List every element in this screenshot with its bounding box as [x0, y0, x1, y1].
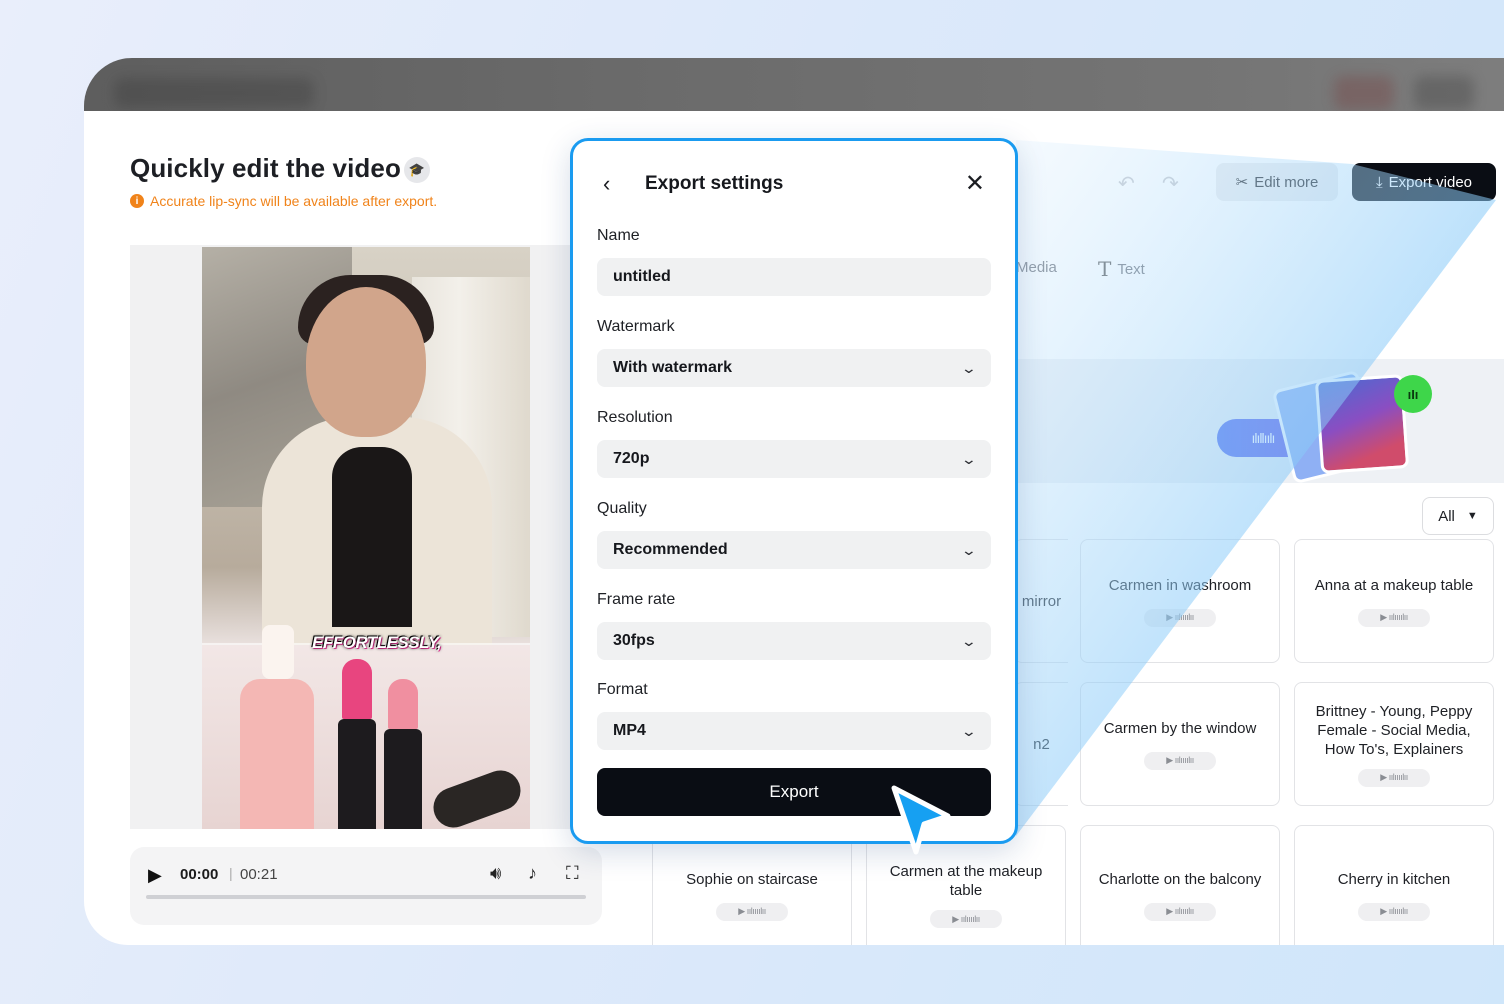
avatar-card-label: Carmen by the window [1103, 719, 1257, 737]
avatar-card[interactable]: mirror [1014, 539, 1068, 663]
nail-polish-cap [262, 625, 294, 679]
lipstick-case [338, 719, 376, 829]
voice-badge-icon: ıIı [1394, 375, 1432, 413]
avatar-card[interactable]: Cherry in kitchen ▶ ıılıııılıı [1294, 825, 1494, 945]
frame-rate-value: 30fps [613, 632, 655, 649]
avatar-card-label: Brittney - Young, Peppy Female - Social … [1315, 702, 1473, 758]
avatar-card-label: n2 [1033, 735, 1050, 753]
time-separator: | [229, 865, 233, 881]
video-caption: EFFORTLESSLY, [312, 633, 442, 652]
fullscreen-icon[interactable]: ⛶ [566, 863, 579, 884]
lip-sync-warning: i Accurate lip-sync will be available af… [130, 193, 437, 209]
frame-rate-label: Frame rate [597, 591, 676, 608]
frame-rate-select[interactable]: 30fps ⌄ [597, 622, 991, 660]
chevron-down-icon: ⌄ [960, 632, 978, 649]
tab-media[interactable]: Media [1016, 259, 1057, 276]
voice-preview-chip[interactable]: ▶ ıılıııılıı [1144, 608, 1216, 627]
chevron-down-icon: ⌄ [960, 359, 978, 376]
video-stage: EFFORTLESSLY, [130, 245, 610, 829]
presenter-face [306, 287, 426, 437]
voice-preview-chip[interactable]: ▶ ıılıııılıı [1358, 902, 1430, 921]
play-icon[interactable]: ▶ [148, 865, 162, 886]
avatar-card[interactable]: Anna at a makeup table ▶ ıılıııılıı [1294, 539, 1494, 663]
tiktok-icon[interactable]: ♪ [528, 863, 537, 884]
player-controls: ▶ 00:00 | 00:21 🔊︎ ♪ ⛶ [130, 847, 602, 925]
avatar-card-label: Anna at a makeup table [1314, 576, 1474, 594]
voice-preview-chip[interactable]: ▶ ıılıııılıı [930, 910, 1002, 928]
quality-value: Recommended [613, 541, 728, 558]
voice-preview-chip[interactable]: ▶ ıılıııılıı [716, 902, 788, 921]
chevron-left-icon[interactable]: ‹ [603, 171, 610, 197]
info-icon: i [130, 194, 144, 208]
filter-selected: All [1438, 507, 1455, 525]
voice-preview-chip[interactable]: ▶ ıılıııılıı [1144, 902, 1216, 921]
watermark-label: Watermark [597, 318, 675, 335]
voice-preview-chip[interactable]: ▶ ıılıııılıı [1144, 751, 1216, 770]
progress-bar[interactable] [146, 895, 586, 899]
edit-more-button[interactable]: ✂ Edit more [1216, 163, 1338, 201]
lipstick-pink [342, 659, 372, 719]
avatar-card[interactable]: Carmen in washroom ▶ ıılıııılıı [1080, 539, 1280, 663]
watermark-value: With watermark [613, 359, 732, 376]
avatar-card[interactable]: n2 [1014, 682, 1068, 806]
name-input[interactable]: untitled [597, 258, 991, 296]
voice-preview-chip[interactable]: ▶ ıılıııılıı [1358, 768, 1430, 787]
chevron-down-icon: ⌄ [960, 722, 978, 739]
chevron-down-icon: ⌄ [960, 541, 978, 558]
chevron-down-icon: ▼ [1466, 510, 1478, 522]
warning-text: Accurate lip-sync will be available afte… [150, 193, 438, 209]
export-video-button[interactable]: ⤓ Export video [1352, 163, 1496, 201]
pointer-cursor-icon [891, 785, 951, 855]
avatar-card-label: Sophie on staircase [686, 870, 818, 888]
export-video-label: Export video [1388, 173, 1473, 191]
lipstick-case [384, 729, 422, 829]
dialog-title: Export settings [645, 173, 784, 194]
presenter-top [332, 447, 412, 627]
product-shot [202, 625, 530, 829]
redo-icon[interactable]: ↷ [1162, 171, 1179, 196]
avatar-card-label: Carmen at the makeup table [889, 863, 1043, 899]
avatar-card-label: Carmen in washroom [1108, 576, 1252, 594]
avatar-card[interactable]: Brittney - Young, Peppy Female - Social … [1294, 682, 1494, 806]
text-icon: T [1098, 257, 1112, 281]
lipstick-light [388, 679, 418, 729]
undo-icon[interactable]: ↶ [1118, 171, 1135, 196]
download-icon: ⤓ [1375, 173, 1383, 191]
page-title: Quickly edit the video [130, 153, 401, 183]
chevron-down-icon: ⌄ [960, 450, 978, 467]
export-button-label: Export [769, 782, 819, 801]
avatar-card-label: Charlotte on the balcony [1098, 870, 1262, 888]
close-icon[interactable]: ✕ [965, 169, 985, 198]
resolution-label: Resolution [597, 409, 673, 426]
export-settings-dialog: ‹ Export settings ✕ Name untitled Waterm… [570, 138, 1018, 844]
name-label: Name [597, 227, 640, 244]
format-label: Format [597, 681, 648, 698]
avatar-card[interactable]: Carmen by the window ▶ ıılıııılıı [1080, 682, 1280, 806]
tab-text[interactable]: T Text [1098, 257, 1145, 281]
filter-select[interactable]: All ▼ [1422, 497, 1494, 535]
volume-icon[interactable]: 🔊︎ [490, 863, 501, 884]
avatar-card[interactable]: Charlotte on the balcony ▶ ıılıııılıı [1080, 825, 1280, 945]
duration: 00:21 [240, 866, 278, 883]
current-time: 00:00 [180, 866, 219, 883]
watermark-select[interactable]: With watermark ⌄ [597, 349, 991, 387]
name-value: untitled [613, 268, 671, 285]
avatar-card-label: Cherry in kitchen [1337, 870, 1451, 888]
voice-preview-chip[interactable]: ▶ ıılıııılıı [1358, 608, 1430, 627]
tutorial-hat-icon[interactable]: 🎓 [404, 157, 430, 183]
video-preview[interactable]: EFFORTLESSLY, [202, 247, 530, 829]
scissors-icon: ✂ [1235, 174, 1249, 191]
format-select[interactable]: MP4 ⌄ [597, 712, 991, 750]
resolution-select[interactable]: 720p ⌄ [597, 440, 991, 478]
makeup-brush [427, 764, 527, 829]
nail-polish-bottle [240, 679, 314, 829]
tab-text-label: Text [1117, 260, 1145, 278]
avatar-card-label: mirror [1021, 592, 1062, 610]
quality-label: Quality [597, 500, 647, 517]
format-value: MP4 [613, 722, 646, 739]
quality-select[interactable]: Recommended ⌄ [597, 531, 991, 569]
edit-more-label: Edit more [1254, 173, 1319, 191]
resolution-value: 720p [613, 450, 650, 467]
